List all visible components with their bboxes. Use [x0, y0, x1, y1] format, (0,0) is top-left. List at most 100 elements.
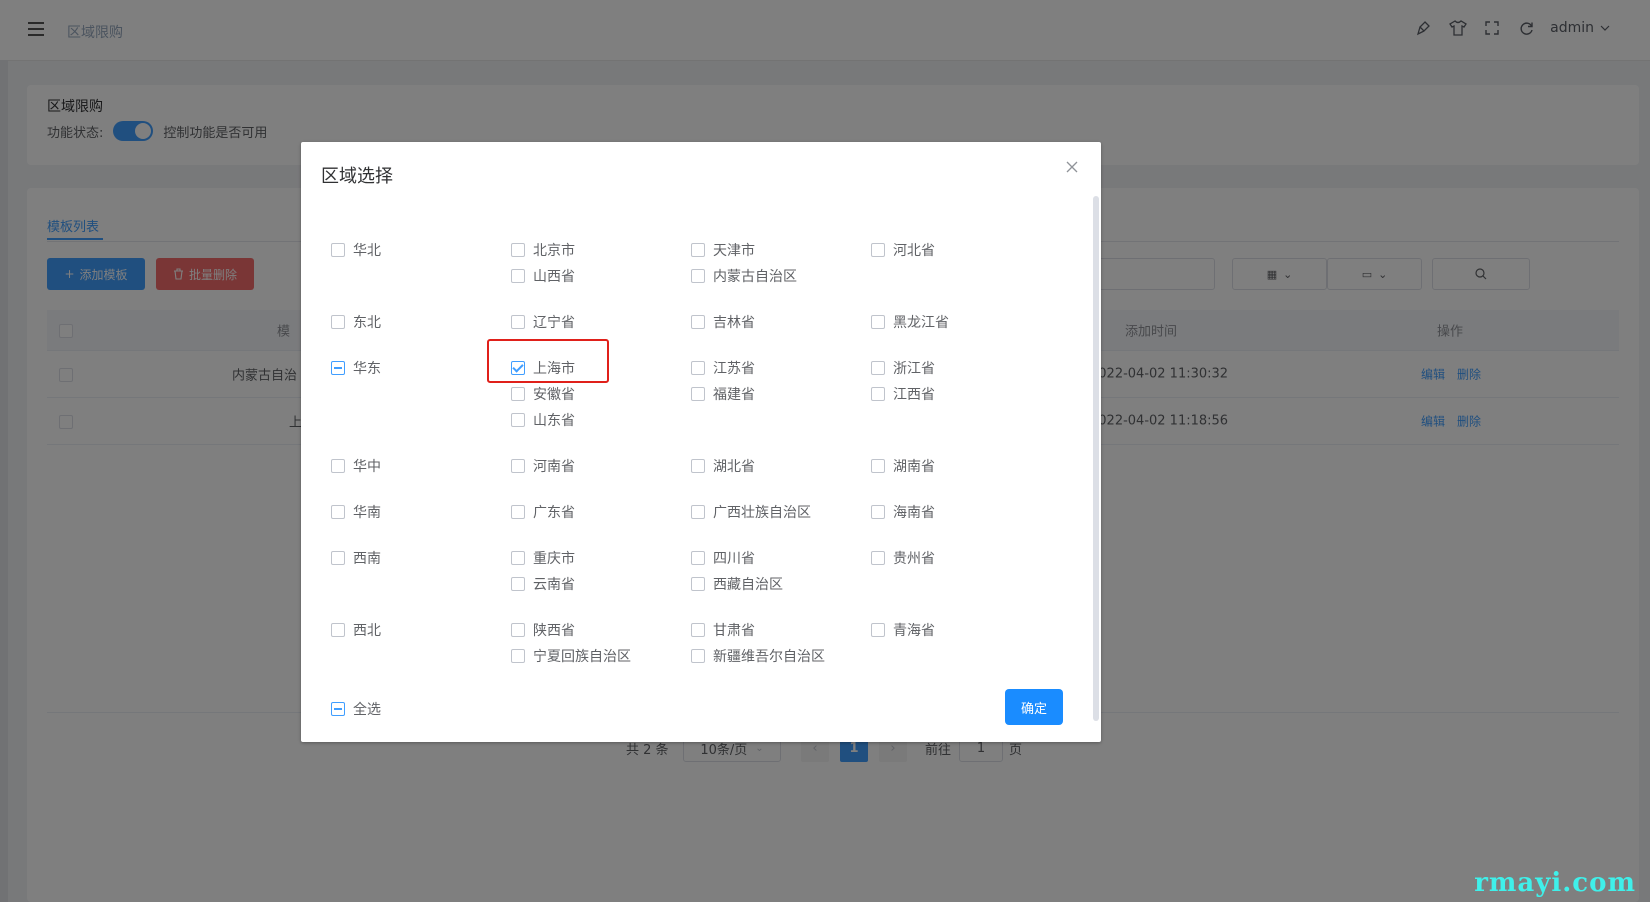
province-checkbox[interactable]: 江西省	[871, 384, 935, 404]
province-checkbox[interactable]: 广西壮族自治区	[691, 502, 811, 522]
checkbox-box	[331, 459, 345, 473]
province-checkbox[interactable]: 黑龙江省	[871, 312, 949, 332]
checkbox-box	[511, 649, 525, 663]
checkbox-box	[691, 623, 705, 637]
province-checkbox[interactable]: 江苏省	[691, 358, 755, 378]
province-label: 广西壮族自治区	[713, 505, 811, 521]
province-checkbox[interactable]: 贵州省	[871, 548, 935, 568]
checkbox-box	[511, 623, 525, 637]
province-checkbox[interactable]: 西藏自治区	[691, 574, 783, 594]
region-checkbox[interactable]: 华中	[331, 456, 381, 476]
region-label: 华东	[353, 361, 381, 377]
province-label: 河北省	[893, 243, 935, 259]
region-checkbox[interactable]: 华北	[331, 240, 381, 260]
checkbox-box	[511, 243, 525, 257]
province-label: 西藏自治区	[713, 577, 783, 593]
highlight-box	[487, 339, 609, 383]
province-label: 河南省	[533, 459, 575, 475]
confirm-button[interactable]: 确定	[1005, 689, 1063, 725]
checkbox-box	[871, 623, 885, 637]
province-checkbox[interactable]: 重庆市	[511, 548, 575, 568]
province-checkbox[interactable]: 天津市	[691, 240, 755, 260]
province-checkbox[interactable]: 浙江省	[871, 358, 935, 378]
province-checkbox[interactable]: 内蒙古自治区	[691, 266, 797, 286]
province-label: 北京市	[533, 243, 575, 259]
region-label: 西南	[353, 551, 381, 567]
province-label: 新疆维吾尔自治区	[713, 649, 825, 665]
province-label: 安徽省	[533, 387, 575, 403]
province-checkbox[interactable]: 北京市	[511, 240, 575, 260]
province-checkbox[interactable]: 陕西省	[511, 620, 575, 640]
checkbox-box	[691, 315, 705, 329]
checkbox-box	[871, 243, 885, 257]
province-checkbox[interactable]: 新疆维吾尔自治区	[691, 646, 825, 666]
checkbox-box	[511, 269, 525, 283]
checkbox-box	[331, 551, 345, 565]
province-label: 云南省	[533, 577, 575, 593]
province-label: 山西省	[533, 269, 575, 285]
checkbox-box	[691, 577, 705, 591]
checkbox-box	[331, 315, 345, 329]
region-checkbox[interactable]: 西南	[331, 548, 381, 568]
checkbox-box	[691, 649, 705, 663]
checkbox-box	[691, 459, 705, 473]
province-label: 福建省	[713, 387, 755, 403]
province-checkbox[interactable]: 河北省	[871, 240, 935, 260]
province-checkbox[interactable]: 山西省	[511, 266, 575, 286]
checkbox-box	[871, 315, 885, 329]
checkbox-box	[871, 361, 885, 375]
checkbox-box	[871, 459, 885, 473]
region-checkbox[interactable]: 华东	[331, 358, 381, 378]
province-checkbox[interactable]: 宁夏回族自治区	[511, 646, 631, 666]
province-label: 江苏省	[713, 361, 755, 377]
province-checkbox[interactable]: 云南省	[511, 574, 575, 594]
checkbox-box	[691, 551, 705, 565]
region-checkbox[interactable]: 华南	[331, 502, 381, 522]
checkbox-box	[511, 505, 525, 519]
province-label: 宁夏回族自治区	[533, 649, 631, 665]
province-checkbox[interactable]: 湖南省	[871, 456, 935, 476]
checkbox-box	[511, 551, 525, 565]
province-label: 吉林省	[713, 315, 755, 331]
province-label: 陕西省	[533, 623, 575, 639]
checkbox-box	[691, 361, 705, 375]
province-label: 甘肃省	[713, 623, 755, 639]
checkbox-box	[691, 387, 705, 401]
province-checkbox[interactable]: 甘肃省	[691, 620, 755, 640]
province-checkbox[interactable]: 青海省	[871, 620, 935, 640]
checkbox-box	[871, 505, 885, 519]
region-label: 东北	[353, 315, 381, 331]
province-checkbox[interactable]: 广东省	[511, 502, 575, 522]
close-icon[interactable]	[1065, 160, 1081, 176]
checkbox-box	[511, 459, 525, 473]
select-all-checkbox[interactable]: 全选	[331, 699, 381, 719]
province-checkbox[interactable]: 河南省	[511, 456, 575, 476]
checkbox-box	[691, 505, 705, 519]
checkbox-box	[871, 551, 885, 565]
checkbox-box	[331, 623, 345, 637]
province-label: 四川省	[713, 551, 755, 567]
dialog-title: 区域选择	[321, 166, 393, 187]
region-checkbox[interactable]: 西北	[331, 620, 381, 640]
dialog-scrollbar[interactable]	[1093, 196, 1099, 721]
province-label: 天津市	[713, 243, 755, 259]
province-label: 广东省	[533, 505, 575, 521]
region-label: 西北	[353, 623, 381, 639]
province-checkbox[interactable]: 吉林省	[691, 312, 755, 332]
region-label: 华中	[353, 459, 381, 475]
province-checkbox[interactable]: 山东省	[511, 410, 575, 430]
province-checkbox[interactable]: 海南省	[871, 502, 935, 522]
province-label: 青海省	[893, 623, 935, 639]
checkbox-box	[691, 269, 705, 283]
province-checkbox[interactable]: 辽宁省	[511, 312, 575, 332]
province-checkbox[interactable]: 湖北省	[691, 456, 755, 476]
province-checkbox[interactable]: 四川省	[691, 548, 755, 568]
checkbox-box	[511, 315, 525, 329]
province-checkbox[interactable]: 安徽省	[511, 384, 575, 404]
checkbox-box	[331, 243, 345, 257]
region-checkbox[interactable]: 东北	[331, 312, 381, 332]
province-label: 黑龙江省	[893, 315, 949, 331]
province-label: 江西省	[893, 387, 935, 403]
province-checkbox[interactable]: 福建省	[691, 384, 755, 404]
region-label: 华南	[353, 505, 381, 521]
